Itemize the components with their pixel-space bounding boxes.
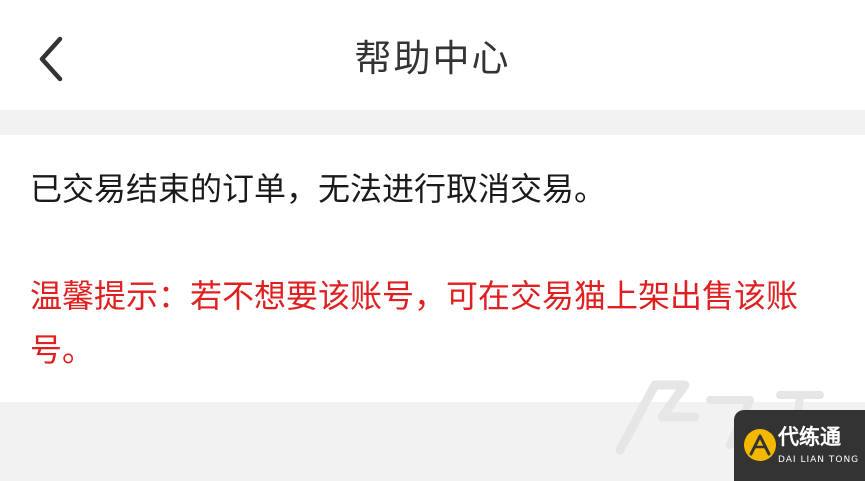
answer-text: 已交易结束的订单，无法进行取消交易。 xyxy=(30,170,607,208)
brand-name: 代练通 xyxy=(778,425,841,449)
page-title: 帮助中心 xyxy=(354,37,511,80)
header-bar: 帮助中心 xyxy=(0,0,865,110)
brand-subtitle: DAI LIAN TONG xyxy=(778,455,860,465)
daliantong-logo-icon xyxy=(744,429,776,461)
watermark-badge: 代练通 DAI LIAN TONG xyxy=(734,410,865,481)
